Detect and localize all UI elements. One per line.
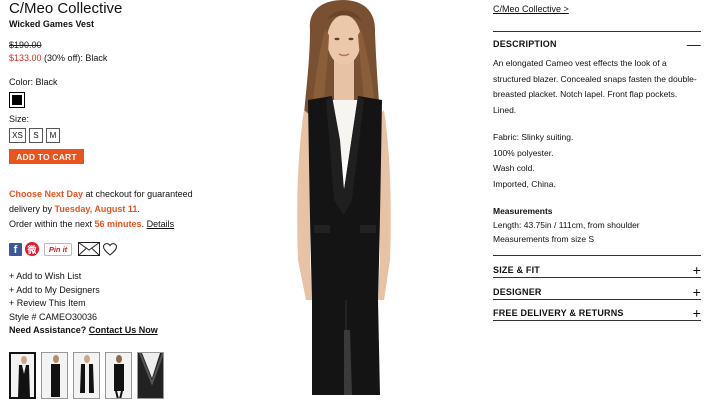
expand-icon[interactable]: + xyxy=(693,285,701,299)
size-fit-title: SIZE & FIT xyxy=(493,264,540,275)
description-body: An elongated Cameo vest effects the look… xyxy=(493,56,701,192)
sale-price: $133.00 xyxy=(9,53,42,63)
shipping-text: Order within the next xyxy=(9,219,95,229)
shipping-text: at checkout for guaranteed xyxy=(83,189,193,199)
designer-section[interactable]: DESIGNER + xyxy=(493,277,701,299)
expand-icon[interactable]: + xyxy=(693,306,701,320)
product-actions: + Add to Wish List + Add to My Designers… xyxy=(9,270,209,338)
fabric-line: Fabric: Slinky suiting. xyxy=(493,132,574,142)
contact-us-link[interactable]: Contact Us Now xyxy=(89,325,158,335)
size-xs-button[interactable]: XS xyxy=(9,128,26,143)
pinterest-button[interactable]: Pin it xyxy=(44,242,72,256)
description-text: An elongated Cameo vest effects the look… xyxy=(493,58,697,115)
thumbnail-side[interactable] xyxy=(41,352,68,399)
discount-text: (30% off): Black xyxy=(41,53,108,63)
breadcrumb[interactable]: C/Meo Collective > xyxy=(493,4,701,14)
color-label: Color: Black xyxy=(9,77,58,87)
next-day-link[interactable]: Choose Next Day xyxy=(9,189,83,199)
size-options: XS S M xyxy=(9,128,209,143)
product-name: Wicked Games Vest xyxy=(9,19,94,29)
assistance-label: Need Assistance? xyxy=(9,325,89,335)
delivery-date: Tuesday, August 11 xyxy=(54,204,138,214)
add-to-designers-link[interactable]: + Add to My Designers xyxy=(9,284,209,298)
share-bar: f 微 Pin it xyxy=(9,242,209,256)
fabric-line: Imported, China. xyxy=(493,178,556,189)
thumbnail-open[interactable] xyxy=(73,352,100,399)
size-fit-section[interactable]: SIZE & FIT + xyxy=(493,255,701,277)
email-icon[interactable] xyxy=(78,242,100,256)
product-details: C/Meo Collective > DESCRIPTION — An elon… xyxy=(493,0,701,321)
description-header[interactable]: DESCRIPTION — xyxy=(493,31,701,51)
shipping-info: Choose Next Day at checkout for guarante… xyxy=(9,187,209,232)
product-image[interactable] xyxy=(240,0,450,402)
thumbnail-detail[interactable] xyxy=(137,352,164,399)
collapse-icon[interactable]: — xyxy=(687,37,701,51)
facebook-icon[interactable]: f xyxy=(9,242,22,256)
expand-icon[interactable]: + xyxy=(693,263,701,277)
countdown-minutes: 56 minutes xyxy=(94,219,142,229)
color-swatch-black[interactable] xyxy=(9,92,25,108)
description-title: DESCRIPTION xyxy=(493,39,557,49)
size-s-button[interactable]: S xyxy=(29,128,43,143)
original-price: $190.00 xyxy=(9,40,42,50)
measurements-title: Measurements xyxy=(493,206,553,216)
fabric-line: 100% polyester. xyxy=(493,147,554,158)
review-link[interactable]: + Review This Item xyxy=(9,297,209,311)
details-link[interactable]: Details xyxy=(147,219,175,229)
add-to-wishlist-link[interactable]: + Add to Wish List xyxy=(9,270,209,284)
size-m-button[interactable]: M xyxy=(46,128,60,143)
fabric-line: Wash cold. xyxy=(493,163,535,173)
assistance: Need Assistance? Contact Us Now xyxy=(9,324,209,338)
measurement-line: Measurements from size S xyxy=(493,234,595,244)
brand-name[interactable]: C/Meo Collective xyxy=(9,1,209,17)
measurement-line: Length: 43.75in / 111cm, from shoulder xyxy=(493,220,640,230)
thumbnail-front[interactable] xyxy=(9,352,36,399)
delivery-returns-section[interactable]: FREE DELIVERY & RETURNS + xyxy=(493,299,701,321)
style-number: Style # CAMEO30036 xyxy=(9,311,98,322)
delivery-returns-title: FREE DELIVERY & RETURNS xyxy=(493,308,624,318)
weibo-icon[interactable]: 微 xyxy=(25,242,39,256)
add-to-cart-button[interactable]: ADD TO CART xyxy=(9,149,84,164)
designer-title: DESIGNER xyxy=(493,286,542,297)
thumbnail-back[interactable] xyxy=(105,352,132,399)
sale-price-line: $133.00 (30% off): Black xyxy=(9,53,209,63)
heart-icon[interactable] xyxy=(103,242,117,256)
size-label: Size: xyxy=(9,114,30,124)
thumbnail-strip xyxy=(9,352,164,399)
shipping-text: . xyxy=(137,204,140,214)
product-info: C/Meo Collective Wicked Games Vest $190.… xyxy=(9,0,209,338)
shipping-text: delivery by xyxy=(9,204,55,214)
